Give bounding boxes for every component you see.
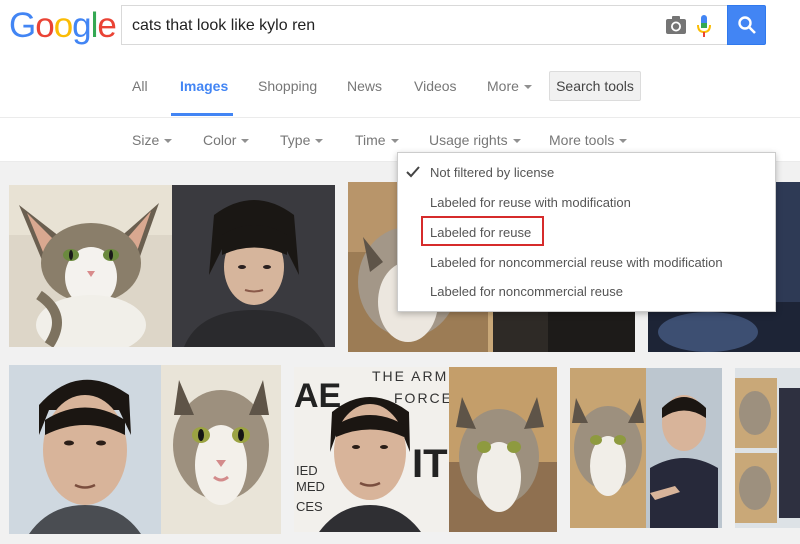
search-tabs: All Images Shopping News Videos More bbox=[0, 56, 800, 118]
menu-item-not-filtered[interactable]: Not filtered by license bbox=[430, 165, 554, 180]
tool-usage-rights-label: Usage rights bbox=[429, 132, 508, 148]
search-box[interactable] bbox=[121, 5, 727, 45]
image-thumbnail bbox=[9, 365, 281, 534]
camera-icon[interactable] bbox=[665, 15, 687, 35]
tool-more-tools[interactable]: More tools bbox=[549, 132, 628, 148]
tool-time-label: Time bbox=[355, 132, 386, 148]
tool-usage-rights[interactable]: Usage rights bbox=[429, 132, 521, 148]
search-icon bbox=[738, 16, 756, 34]
tab-more-label: More bbox=[487, 78, 519, 94]
logo-letter: l bbox=[90, 6, 99, 45]
search-button[interactable] bbox=[727, 5, 766, 45]
menu-item-noncommercial-reuse[interactable]: Labeled for noncommercial reuse bbox=[430, 284, 623, 299]
tab-all[interactable]: All bbox=[132, 78, 148, 94]
tool-size-label: Size bbox=[132, 132, 160, 148]
poster-text: FORCE bbox=[394, 390, 453, 406]
header: Google bbox=[0, 0, 800, 56]
logo-letter: o bbox=[53, 6, 73, 45]
image-thumbnail bbox=[735, 368, 800, 528]
tool-time[interactable]: Time bbox=[355, 132, 399, 148]
logo-letter: G bbox=[9, 6, 36, 45]
poster-text: CES bbox=[296, 499, 323, 514]
image-result-adam-cat-5[interactable]: THE ARM FORCE AE IT IED MED CES bbox=[294, 367, 557, 532]
image-result-cat-kylo-1[interactable] bbox=[9, 185, 335, 347]
image-thumbnail: THE ARM FORCE AE IT IED MED CES bbox=[294, 367, 557, 532]
image-result-adam-cat-4[interactable] bbox=[9, 365, 281, 534]
search-tools-button[interactable]: Search tools bbox=[549, 71, 641, 101]
chevron-down-icon bbox=[619, 139, 628, 143]
chevron-down-icon bbox=[241, 139, 250, 143]
chevron-down-icon bbox=[315, 139, 324, 143]
tab-images[interactable]: Images bbox=[180, 78, 228, 94]
logo-letter: e bbox=[97, 6, 116, 45]
usage-rights-menu: Not filtered by license Labeled for reus… bbox=[397, 152, 776, 312]
image-thumbnail bbox=[570, 368, 722, 528]
menu-item-labeled-for-reuse[interactable]: Labeled for reuse bbox=[430, 225, 531, 240]
chevron-down-icon bbox=[523, 85, 532, 89]
poster-text: IT bbox=[412, 442, 448, 486]
microphone-icon[interactable] bbox=[696, 14, 712, 38]
logo-letter: g bbox=[72, 6, 91, 45]
tab-shopping[interactable]: Shopping bbox=[258, 78, 317, 94]
poster-text: THE ARM bbox=[372, 368, 448, 384]
image-result-cat-adam-6[interactable] bbox=[570, 368, 722, 528]
chevron-down-icon bbox=[390, 139, 399, 143]
search-input[interactable] bbox=[132, 14, 632, 38]
tool-color-label: Color bbox=[203, 132, 237, 148]
tool-more-tools-label: More tools bbox=[549, 132, 615, 148]
image-thumbnail bbox=[9, 185, 335, 347]
active-tab-indicator bbox=[171, 113, 233, 116]
tool-size[interactable]: Size bbox=[132, 132, 173, 148]
tab-more[interactable]: More bbox=[487, 78, 532, 94]
poster-text: MED bbox=[296, 479, 325, 494]
checkmark-icon bbox=[406, 166, 420, 178]
poster-text: AE bbox=[294, 377, 341, 415]
menu-item-reuse-with-modification[interactable]: Labeled for reuse with modification bbox=[430, 195, 631, 210]
tab-videos[interactable]: Videos bbox=[414, 78, 457, 94]
chevron-down-icon bbox=[512, 139, 521, 143]
tool-color[interactable]: Color bbox=[203, 132, 250, 148]
poster-text: IED bbox=[296, 463, 318, 478]
logo-letter: o bbox=[35, 6, 54, 45]
tab-news[interactable]: News bbox=[347, 78, 382, 94]
chevron-down-icon bbox=[164, 139, 173, 143]
image-result-cats-7[interactable] bbox=[735, 368, 800, 528]
tool-type-label: Type bbox=[280, 132, 311, 148]
google-logo[interactable]: Google bbox=[9, 6, 117, 46]
menu-item-noncommercial-reuse-with-modification[interactable]: Labeled for noncommercial reuse with mod… bbox=[430, 255, 723, 270]
tool-type[interactable]: Type bbox=[280, 132, 324, 148]
